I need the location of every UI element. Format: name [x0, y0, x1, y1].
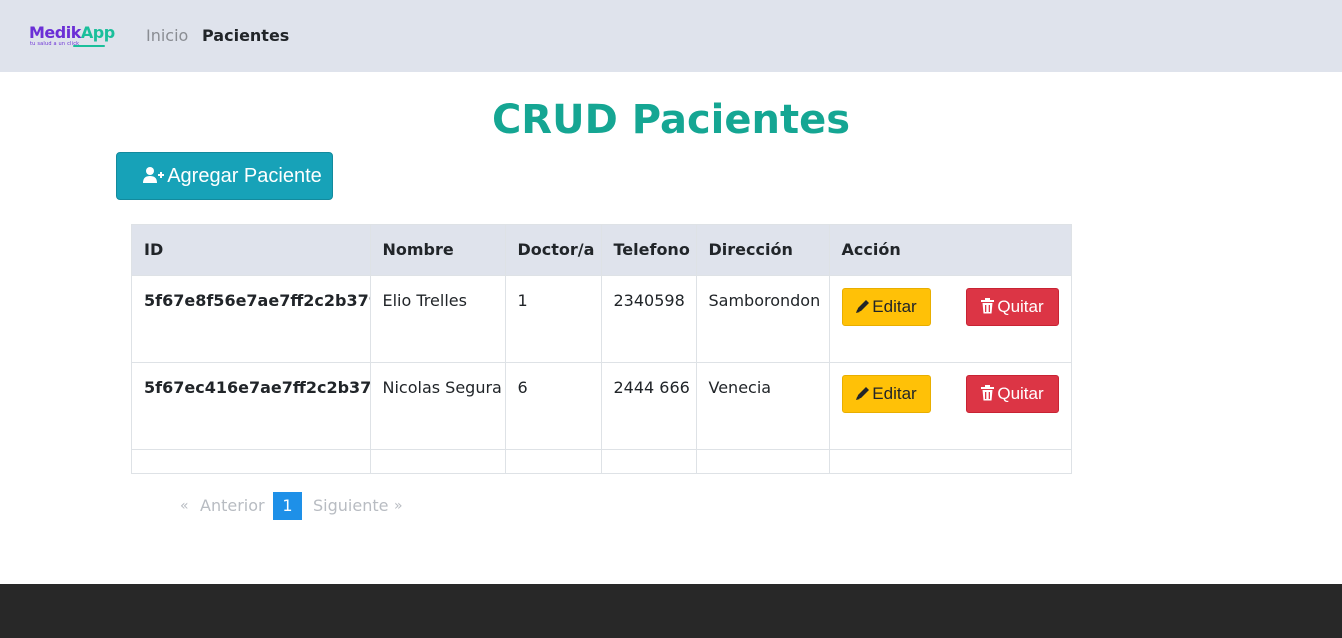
brand-underline — [73, 45, 105, 47]
cell-empty — [132, 448, 370, 473]
pagination-previous[interactable]: Anterior — [200, 492, 265, 520]
trash-icon — [980, 291, 995, 313]
pagination: « Anterior 1 Siguiente » — [0, 492, 1342, 520]
brand-logo[interactable]: MedikApp tu salud a un click — [29, 23, 115, 49]
edit-label: Editar — [872, 296, 917, 316]
delete-button[interactable]: Quitar — [965, 374, 1059, 413]
pagination-next[interactable]: Siguiente — [313, 492, 388, 520]
brand-name: MedikApp — [29, 23, 115, 43]
pencil-icon — [855, 378, 870, 400]
navbar: MedikApp tu salud a un click Inicio Paci… — [0, 0, 1342, 72]
pagination-current-page[interactable]: 1 — [273, 492, 302, 520]
column-header-nombre: Nombre — [369, 225, 505, 275]
cell-id: 5f67e8f56e7ae7ff2c2b3794 — [132, 274, 370, 362]
cell-empty — [600, 448, 696, 473]
cell-direccion: Samborondon — [695, 274, 829, 362]
user-plus-icon — [142, 156, 165, 183]
cell-doctor: 1 — [504, 274, 601, 362]
cell-telefono: 2444 666 — [600, 361, 696, 449]
column-header-direccion: Dirección — [695, 225, 829, 275]
cell-id: 5f67ec416e7ae7ff2c2b379d — [132, 361, 370, 449]
brand-tagline: tu salud a un click — [30, 41, 80, 47]
delete-label: Quitar — [997, 383, 1044, 403]
table-row: 5f67e8f56e7ae7ff2c2b3794 Elio Trelles 1 … — [132, 274, 1071, 362]
cell-nombre: Nicolas Segura — [369, 361, 505, 449]
add-patient-label: Agregar Paciente — [167, 165, 322, 187]
brand-name-part2: App — [80, 23, 115, 42]
cell-empty — [828, 448, 1071, 473]
footer — [0, 584, 1342, 638]
edit-button[interactable]: Editar — [841, 287, 931, 326]
cell-doctor: 6 — [504, 361, 601, 449]
brand-name-part1: Medik — [29, 23, 81, 42]
delete-button[interactable]: Quitar — [965, 287, 1059, 326]
column-header-telefono: Telefono — [600, 225, 696, 275]
cell-empty — [695, 448, 829, 473]
column-header-doctor: Doctor/a — [504, 225, 601, 275]
edit-button[interactable]: Editar — [841, 374, 931, 413]
table-header-row: ID Nombre Doctor/a Telefono Dirección Ac… — [132, 225, 1071, 275]
delete-label: Quitar — [997, 296, 1044, 316]
cell-empty — [369, 448, 505, 473]
column-header-id: ID — [132, 225, 370, 275]
cell-actions: Editar Quitar — [828, 361, 1071, 449]
cell-direccion: Venecia — [695, 361, 829, 449]
trash-icon — [980, 378, 995, 400]
table-row: 5f67ec416e7ae7ff2c2b379d Nicolas Segura … — [132, 361, 1071, 449]
pencil-icon — [855, 291, 870, 313]
column-header-accion: Acción — [828, 225, 1071, 275]
pagination-last[interactable]: » — [394, 492, 403, 520]
table-row-empty — [132, 448, 1071, 473]
edit-label: Editar — [872, 383, 917, 403]
nav-item-pacientes[interactable]: Pacientes — [202, 26, 289, 46]
pagination-first[interactable]: « — [180, 492, 189, 520]
cell-actions: Editar Quitar — [828, 274, 1071, 362]
nav-item-inicio[interactable]: Inicio — [146, 26, 188, 46]
page-title: CRUD Pacientes — [491, 97, 851, 143]
add-patient-button[interactable]: Agregar Paciente — [116, 152, 333, 200]
cell-telefono: 2340598 — [600, 274, 696, 362]
cell-nombre: Elio Trelles — [369, 274, 505, 362]
patients-table: ID Nombre Doctor/a Telefono Dirección Ac… — [131, 224, 1072, 474]
cell-empty — [504, 448, 601, 473]
